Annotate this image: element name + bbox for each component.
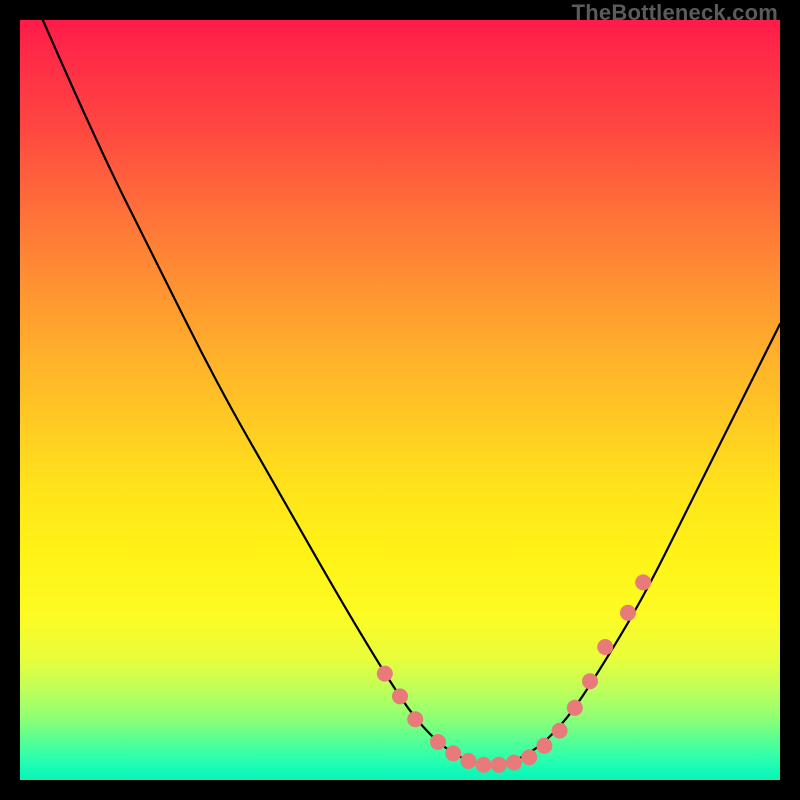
highlight-dot <box>445 745 461 761</box>
highlight-dot <box>377 666 393 682</box>
bottleneck-chart <box>20 20 780 780</box>
watermark-text: TheBottleneck.com <box>572 0 778 26</box>
chart-frame <box>20 20 780 780</box>
highlight-dot <box>620 605 636 621</box>
highlight-dot <box>476 757 492 773</box>
highlight-dot <box>407 711 423 727</box>
highlight-dot <box>506 755 522 771</box>
bottleneck-curve <box>43 20 780 765</box>
highlight-dot <box>567 700 583 716</box>
highlight-dot <box>552 723 568 739</box>
highlight-dot <box>430 734 446 750</box>
marker-layer <box>377 574 651 772</box>
highlight-dot <box>392 688 408 704</box>
highlight-dot <box>491 757 507 773</box>
highlight-dot <box>521 749 537 765</box>
highlight-dot <box>635 574 651 590</box>
highlight-dot <box>582 673 598 689</box>
highlight-dot <box>597 639 613 655</box>
curve-layer <box>43 20 780 765</box>
highlight-dot <box>460 753 476 769</box>
highlight-dot <box>536 738 552 754</box>
